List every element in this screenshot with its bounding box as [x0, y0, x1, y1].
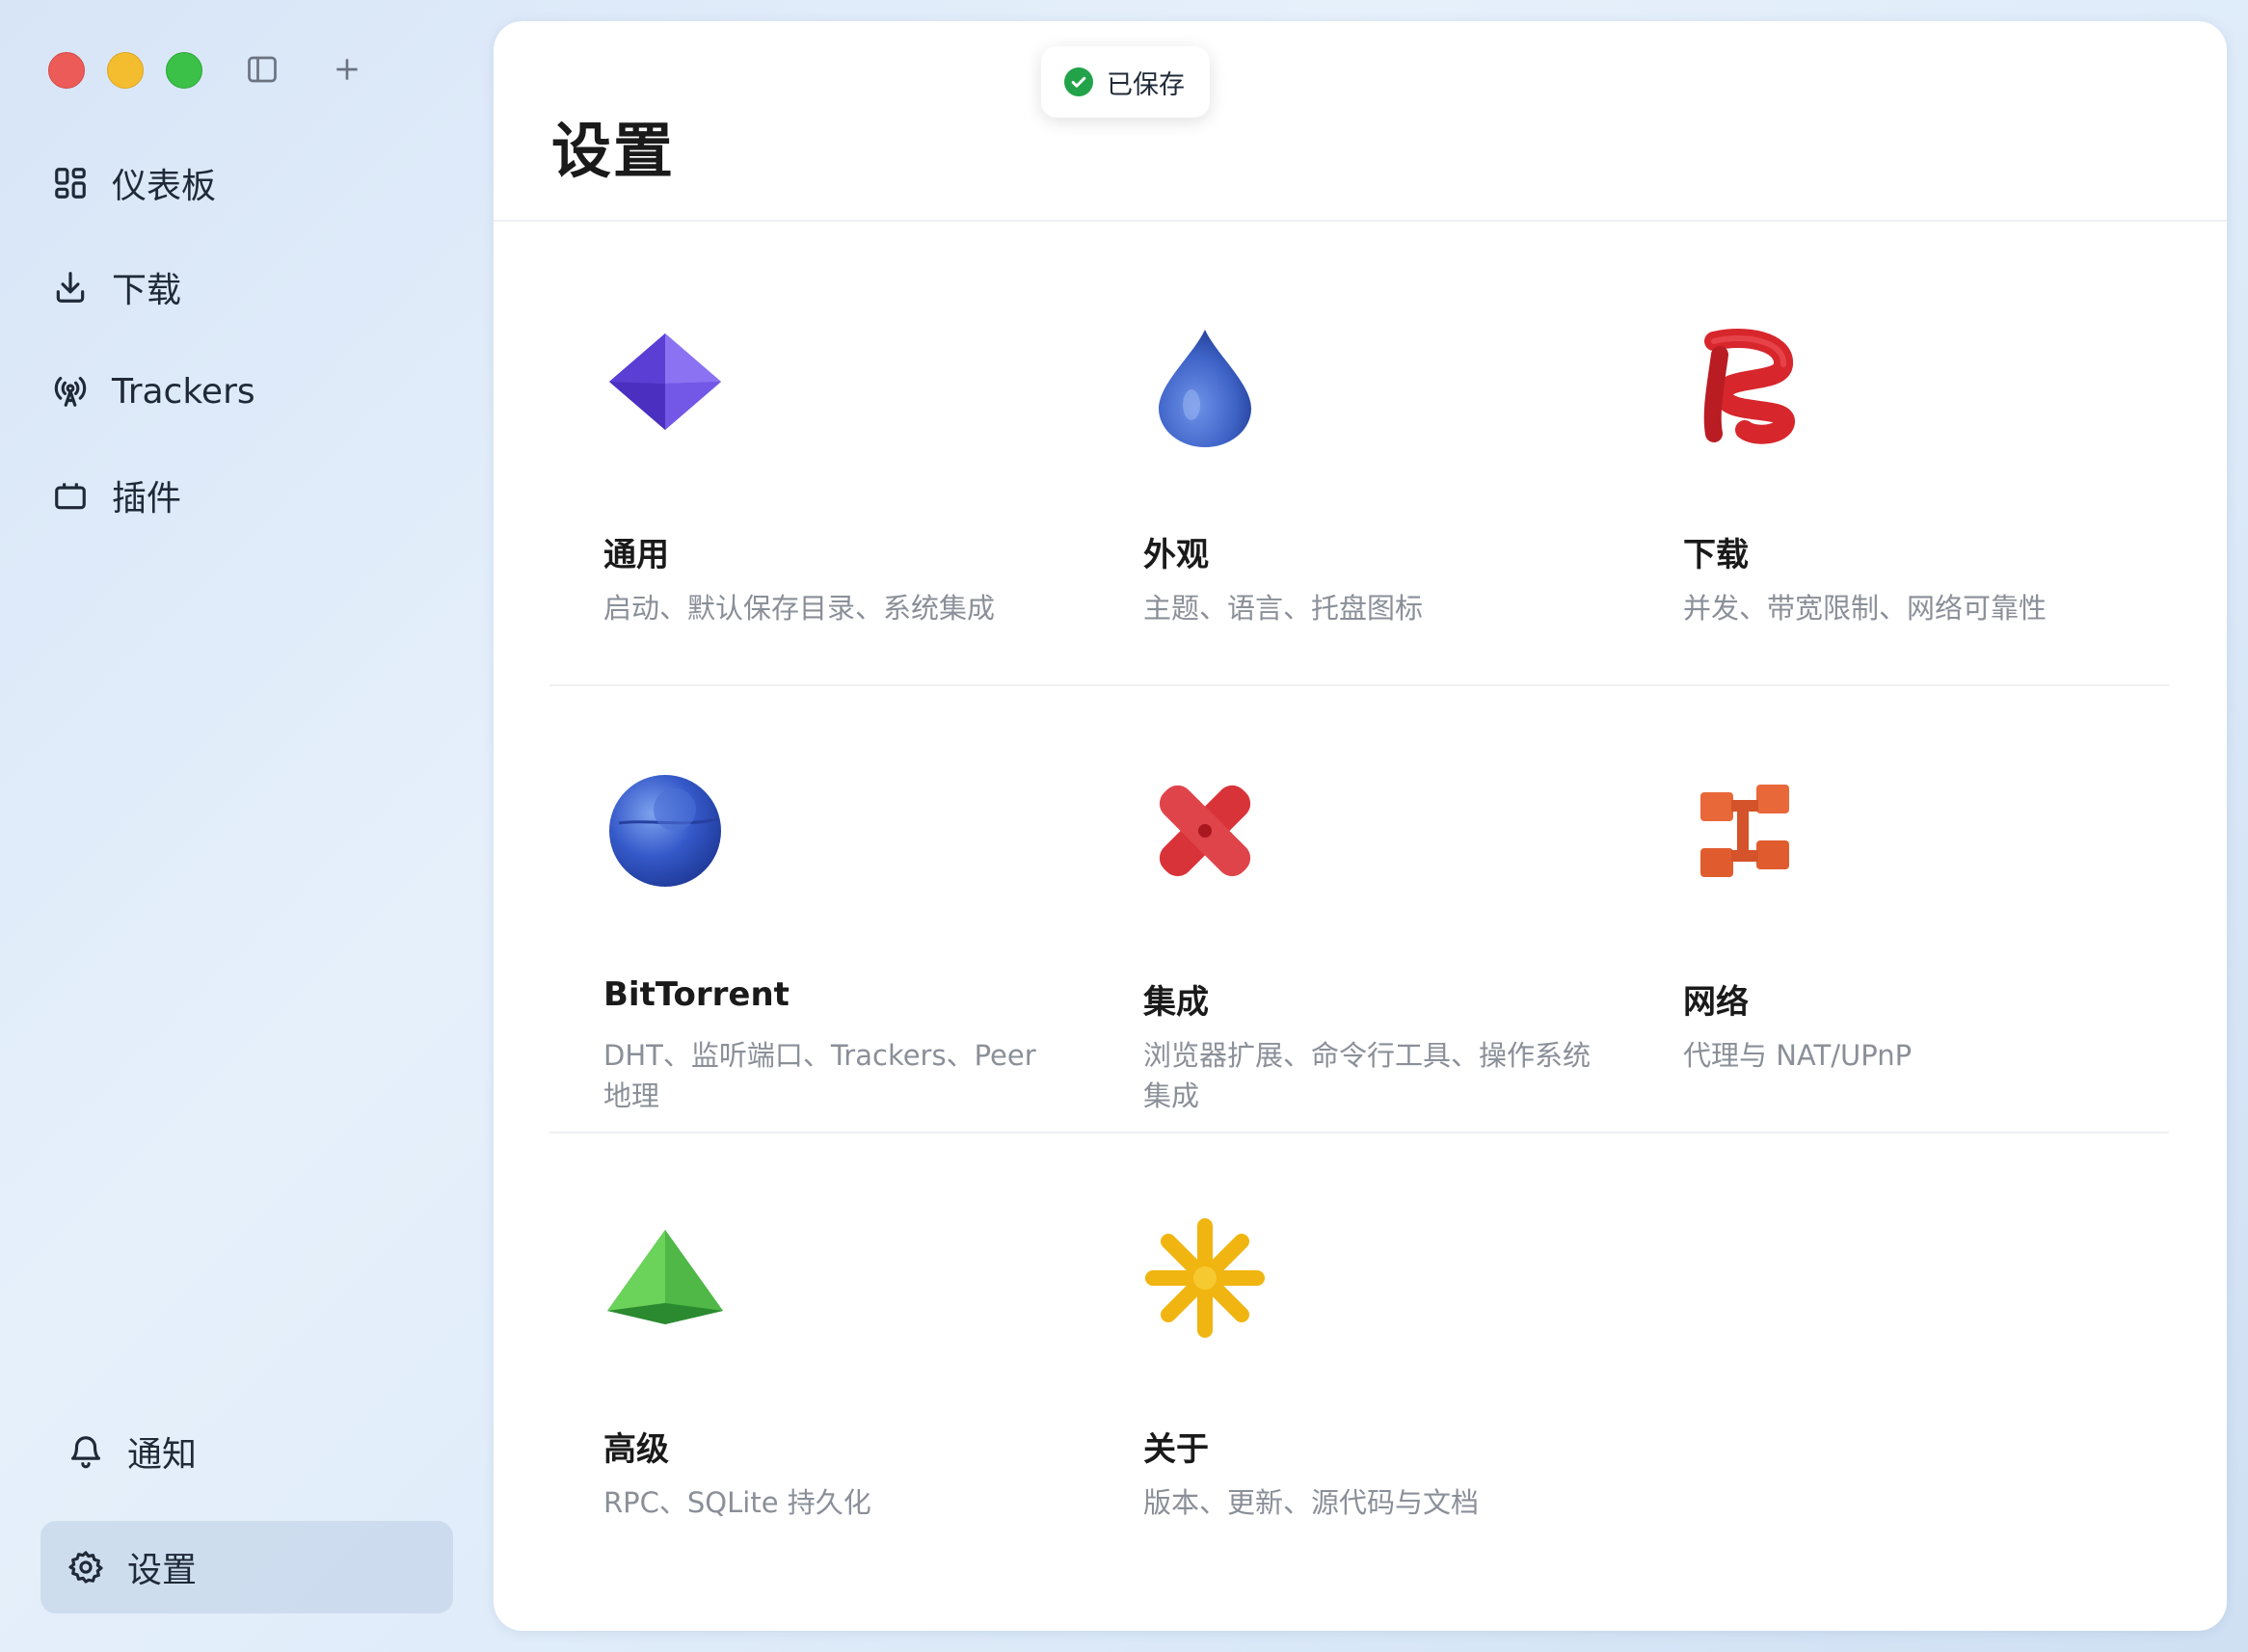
settings-card-appearance[interactable]: 外观 主题、语言、托盘图标: [1089, 239, 1591, 663]
card-description: DHT、监听端口、Trackers、Peer 地理: [603, 1039, 1036, 1112]
orange-network-icon: [1700, 785, 1789, 877]
red-cross-icon: [1159, 785, 1251, 877]
yellow-star-icon: [1145, 1218, 1265, 1338]
sidebar-item-label: 设置: [127, 1551, 198, 1590]
download-icon: [50, 267, 91, 307]
sidebar-item-notifications[interactable]: 通知: [54, 1411, 453, 1492]
settings-row: 高级 RPC、SQLite 持久化 关于 版本、更新、源代码与文档: [549, 1133, 2169, 1579]
sidebar-item-label: 仪表板: [112, 167, 217, 206]
settings-row: BitTorrent DHT、监听端口、Trackers、Peer 地理 集成 …: [549, 686, 2169, 1133]
close-window-button[interactable]: [48, 52, 85, 89]
card-description: 启动、默认保存目录、系统集成: [603, 592, 996, 625]
check-circle-icon: [1064, 67, 1093, 96]
card-title: 通用: [603, 536, 669, 574]
red-coil-icon: [1703, 329, 1795, 444]
sidebar-item-dashboard[interactable]: 仪表板: [39, 143, 453, 224]
gear-icon: [66, 1547, 106, 1587]
card-description: 代理与 NAT/UPnP: [1683, 1039, 1913, 1072]
maximize-window-button[interactable]: [166, 52, 202, 89]
sidebar-item-label: 通知: [127, 1435, 198, 1475]
sidebar-item-label: Trackers: [112, 371, 255, 412]
sidebar: 仪表板 下载 Trackers 插件 通知 设置: [0, 0, 492, 1652]
saved-toast: 已保存: [1041, 46, 1210, 118]
settings-grid: 通用 启动、默认保存目录、系统集成 外观 主题、语言、托盘图标 下载 并发、带宽…: [549, 239, 2169, 1579]
card-description: RPC、SQLite 持久化: [603, 1486, 871, 1519]
card-description: 主题、语言、托盘图标: [1143, 592, 1424, 625]
card-title: 外观: [1143, 536, 1209, 574]
card-description: 并发、带宽限制、网络可靠性: [1683, 592, 2047, 625]
settings-card-bittorrent[interactable]: BitTorrent DHT、监听端口、Trackers、Peer 地理: [549, 686, 1051, 1112]
toggle-sidebar-button[interactable]: [243, 50, 281, 89]
blue-sphere-icon: [609, 775, 721, 887]
settings-card-integration[interactable]: 集成 浏览器扩展、命令行工具、操作系统集成: [1089, 686, 1591, 1112]
settings-card-download[interactable]: 下载 并发、带宽限制、网络可靠性: [1629, 239, 2130, 663]
settings-card-network[interactable]: 网络 代理与 NAT/UPnP: [1629, 686, 2130, 1110]
settings-card-about[interactable]: 关于 版本、更新、源代码与文档: [1089, 1133, 1591, 1558]
settings-card-general[interactable]: 通用 启动、默认保存目录、系统集成: [549, 239, 1051, 663]
sidebar-toggle-icon: [248, 56, 277, 83]
card-title: 下载: [1683, 536, 1749, 574]
card-title: BitTorrent: [603, 975, 789, 1014]
bell-icon: [66, 1431, 106, 1472]
settings-panel: 设置 已保存 通用 启动、默认保存目录、系统集成 外观 主题、语言、托盘图标 下…: [494, 21, 2227, 1631]
dashboard-icon: [50, 163, 91, 203]
plus-icon: [336, 59, 358, 80]
antenna-icon: [50, 371, 91, 412]
card-description: 浏览器扩展、命令行工具、操作系统集成: [1143, 1039, 1592, 1112]
plugin-icon: [50, 475, 91, 516]
toast-text: 已保存: [1107, 69, 1185, 100]
settings-header: 设置: [494, 21, 2227, 222]
card-title: 关于: [1143, 1430, 1209, 1469]
purple-gem-icon: [609, 333, 721, 430]
sidebar-item-plugins[interactable]: 插件: [39, 455, 453, 536]
card-description: 版本、更新、源代码与文档: [1143, 1486, 1480, 1519]
settings-row: 通用 启动、默认保存目录、系统集成 外观 主题、语言、托盘图标 下载 并发、带宽…: [549, 239, 2169, 686]
page-title: 设置: [551, 116, 676, 186]
blue-drop-icon: [1159, 330, 1251, 447]
settings-card-advanced[interactable]: 高级 RPC、SQLite 持久化: [549, 1133, 1051, 1558]
sidebar-item-label: 插件: [112, 479, 182, 519]
new-tab-button[interactable]: [328, 50, 366, 89]
card-title: 集成: [1143, 983, 1209, 1022]
minimize-window-button[interactable]: [107, 52, 144, 89]
green-pyramid-icon: [607, 1230, 723, 1324]
sidebar-item-label: 下载: [112, 271, 182, 310]
sidebar-item-trackers[interactable]: Trackers: [39, 351, 453, 432]
sidebar-item-settings[interactable]: 设置: [40, 1521, 453, 1613]
window-controls: [48, 52, 202, 89]
sidebar-item-downloads[interactable]: 下载: [39, 247, 453, 328]
card-title: 高级: [603, 1430, 669, 1469]
card-title: 网络: [1683, 983, 1749, 1022]
